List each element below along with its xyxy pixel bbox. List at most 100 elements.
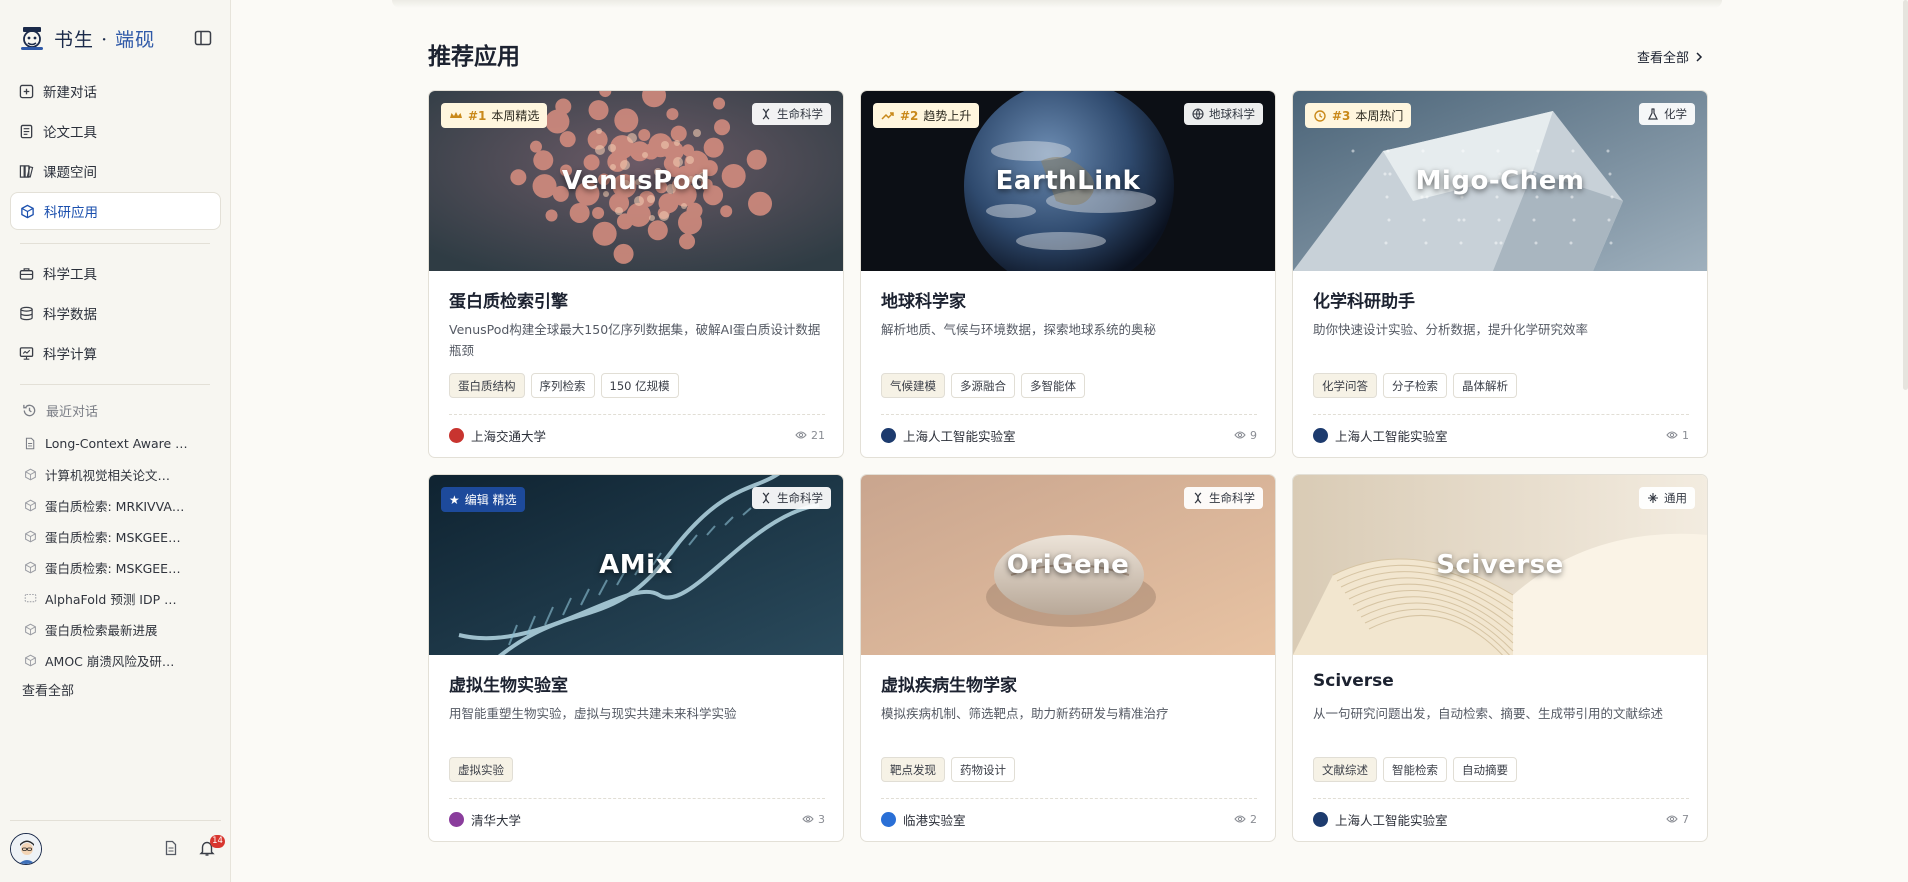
scholar-logo-icon [21, 27, 43, 50]
category-badge: 地球科学 [1184, 103, 1263, 125]
recent-view-all-link[interactable]: 查看全部 [22, 680, 74, 699]
recent-chat-item[interactable]: AMOC 崩溃风险及研… [24, 645, 194, 676]
nav-research-apps[interactable]: 科研应用 [10, 192, 221, 230]
tag[interactable]: 自动摘要 [1453, 757, 1517, 782]
rank-badge: #2 趋势上升 [873, 103, 980, 128]
tag[interactable]: 多智能体 [1021, 373, 1085, 398]
document-icon[interactable] [163, 840, 179, 856]
recent-chat-item[interactable]: Long-Context Aware … [24, 428, 194, 459]
nav-science-compute[interactable]: 科学计算 [10, 334, 221, 372]
card-footer: 上海人工智能实验室 1 [1313, 424, 1689, 446]
rank-badge: #1 本周精选 [441, 103, 548, 128]
nav-new-chat[interactable]: 新建对话 [10, 72, 221, 110]
document-icon [20, 124, 33, 138]
org-logo-icon [449, 427, 464, 443]
recent-chat-label: 蛋白质检索最新进展 [45, 623, 158, 638]
rank-number: #2 [900, 108, 919, 123]
avatar[interactable] [10, 833, 42, 865]
scrollbar[interactable] [1903, 0, 1908, 390]
nav-science-tools[interactable]: 科学工具 [10, 254, 221, 292]
tag[interactable]: 靶点发现 [881, 757, 945, 782]
org-logo-icon [881, 427, 896, 443]
app-card[interactable]: Migo-Chem #3 本周热门 化学 化学科研助手 助你快速设计实验、分析数据… [1292, 90, 1708, 458]
org-name: 清华大学 [471, 812, 522, 828]
notification-badge: 14 [210, 835, 225, 848]
tag[interactable]: 虚拟实验 [449, 757, 513, 782]
view-all-link[interactable]: 查看全部 [1637, 47, 1703, 66]
tag[interactable]: 文献综述 [1313, 757, 1377, 782]
nav-label: 科学数据 [43, 307, 97, 323]
secondary-nav: 科学工具 科学数据 科学计算 [10, 254, 221, 374]
card-divider [881, 414, 1257, 415]
tag[interactable]: 药物设计 [951, 757, 1015, 782]
card-footer: 上海人工智能实验室 7 [1313, 808, 1689, 830]
recent-chat-item[interactable]: 蛋白质检索: MSKGEE… [24, 521, 194, 552]
app-card[interactable]: AMix ★ 编辑 精选 生命科学 虚拟生物实验室 用智能重塑生物实验，虚拟与现实… [428, 474, 844, 842]
dna-icon [762, 492, 770, 504]
nav-science-data[interactable]: 科学数据 [10, 294, 221, 332]
eye-icon [802, 815, 814, 823]
tag-list: 化学问答 分子检索 晶体解析 [1313, 373, 1517, 398]
tag[interactable]: 多源融合 [951, 373, 1015, 398]
rank-label: 编辑 精选 [464, 493, 517, 507]
flask-icon [1648, 108, 1658, 120]
app-card[interactable]: Sciverse 通用 Sciverse 从一句研究问题出发，自动检索、摘要、生… [1292, 474, 1708, 842]
nav-project-space[interactable]: 课题空间 [10, 152, 221, 190]
card-description: VenusPod构建全球最大150亿序列数据集，破解AI蛋白质设计数据瓶颈 [449, 322, 821, 358]
rank-label: 本周精选 [491, 109, 540, 123]
category-label: 生命科学 [777, 491, 823, 505]
category-label: 生命科学 [777, 107, 823, 121]
recent-chat-label: 蛋白质检索: MRKIVVA… [45, 499, 185, 514]
view-count-value: 7 [1682, 812, 1689, 826]
recent-chat-label: AMOC 崩溃风险及研… [45, 654, 175, 669]
app-card[interactable]: OriGene 生命科学 虚拟疾病生物学家 模拟疾病机制、筛选靶点，助力新药研发… [860, 474, 1276, 842]
cube-icon [25, 530, 36, 543]
view-count-value: 2 [1250, 812, 1257, 826]
nav-paper-tools[interactable]: 论文工具 [10, 112, 221, 150]
sidebar-collapse-icon[interactable] [194, 30, 212, 46]
recent-chat-item[interactable]: 蛋白质检索: MRKIVVA… [24, 490, 194, 521]
tag[interactable]: 序列检索 [530, 373, 595, 398]
recent-chat-item[interactable]: 计算机视觉相关论文… [24, 459, 194, 490]
card-title: 地球科学家 [881, 292, 966, 312]
recent-chat-item[interactable]: AlphaFold 预测 IDP … [24, 583, 194, 614]
recent-heading-label: 最近对话 [46, 405, 99, 420]
tag[interactable]: 晶体解析 [1453, 373, 1517, 398]
recent-chat-label: 计算机视觉相关论文… [45, 468, 171, 483]
app-card[interactable]: EarthLink #2 趋势上升 地球科学 地球科学家 解析地质、气候与环境数据… [860, 90, 1276, 458]
tag[interactable]: 化学问答 [1313, 373, 1377, 398]
card-divider [449, 414, 825, 415]
org-logo-icon [1313, 811, 1328, 827]
org-logo-icon [881, 811, 896, 827]
recent-chat-label: 蛋白质检索: MSKGEE… [45, 530, 181, 545]
clock-icon [1314, 109, 1326, 122]
recent-chat-item[interactable]: 蛋白质检索最新进展 [24, 614, 194, 645]
category-badge: 生命科学 [1184, 487, 1263, 509]
category-badge: 通用 [1639, 487, 1695, 509]
recent-chat-item[interactable]: 蛋白质检索: MSKGEE… [24, 552, 194, 583]
view-count-value: 3 [818, 812, 825, 826]
tag[interactable]: 150 亿规模 [600, 373, 679, 398]
brand[interactable]: 书生 · 端砚 [18, 24, 155, 52]
view-count: 1 [1666, 429, 1689, 442]
org-name: 上海人工智能实验室 [1335, 428, 1448, 444]
app-card[interactable]: VenusPod #1 本周精选 生命科学 蛋白质检索引擎 VenusPod构建全… [428, 90, 844, 458]
tag[interactable]: 气候建模 [881, 373, 945, 398]
card-footer: 临港实验室 2 [881, 808, 1257, 830]
rank-badge: ★ 编辑 精选 [441, 487, 525, 512]
tag[interactable]: 分子检索 [1383, 373, 1447, 398]
card-title: 化学科研助手 [1313, 292, 1415, 312]
org-name: 临港实验室 [903, 812, 966, 828]
tag[interactable]: 智能检索 [1383, 757, 1447, 782]
category-badge: 生命科学 [752, 103, 831, 125]
primary-nav: 新建对话 论文工具 课题空间 科研应用 [10, 72, 221, 232]
eye-icon [1234, 815, 1246, 823]
tag[interactable]: 蛋白质结构 [449, 373, 525, 398]
organization: 上海人工智能实验室 [1313, 426, 1448, 445]
chevron-right-icon [1696, 51, 1703, 62]
category-label: 生命科学 [1209, 491, 1255, 505]
dna-icon [762, 108, 770, 120]
card-description: 模拟疾病机制、筛选靶点，助力新药研发与精准治疗 [881, 706, 1169, 721]
document-icon [25, 437, 35, 450]
card-divider [881, 798, 1257, 799]
